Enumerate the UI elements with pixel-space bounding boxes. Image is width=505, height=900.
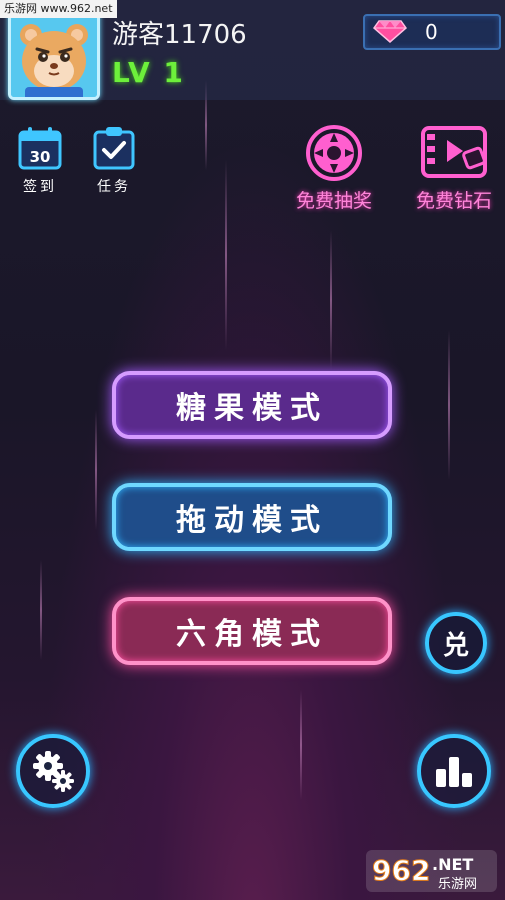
light-streak <box>95 410 97 530</box>
tasks-button[interactable]: 任务 <box>90 126 138 196</box>
light-streak <box>40 560 42 660</box>
exchange-label: 兑 <box>442 630 469 661</box>
light-streak <box>330 230 332 370</box>
free-diamond-button[interactable]: 免费钻石 <box>406 124 502 213</box>
video-reward-icon <box>421 126 487 178</box>
settings-button[interactable] <box>16 734 90 808</box>
site-logo-watermark: 962 .NET 乐游网 <box>364 846 499 896</box>
candy-mode-button[interactable]: 糖果模式 <box>112 371 392 439</box>
task-clipboard-icon <box>93 127 135 170</box>
player-level: LV 1 <box>112 56 185 89</box>
gem-counter[interactable]: 0 <box>363 14 501 50</box>
light-streak <box>300 690 302 800</box>
free-lottery-button[interactable]: 免费抽奖 <box>286 124 382 213</box>
free-lottery-label: 免费抽奖 <box>295 190 372 212</box>
site-logo-icon: 962 .NET 乐游网 <box>366 850 497 892</box>
calendar-day-number: 30 <box>30 148 51 166</box>
leaderboard-bars-icon <box>436 757 472 787</box>
exchange-button[interactable]: 兑 <box>425 612 487 674</box>
diamond-icon <box>373 20 407 43</box>
sign-in-label: 签到 <box>23 179 57 195</box>
calendar-icon: 30 <box>18 127 62 170</box>
prize-wheel-icon <box>306 125 362 181</box>
drag-mode-button[interactable]: 拖动模式 <box>112 483 392 551</box>
light-streak <box>225 160 227 350</box>
gears-icon <box>33 751 74 792</box>
logo-sub: 乐游网 <box>438 877 477 892</box>
logo-suffix: .NET <box>432 855 473 874</box>
hexagon-mode-button[interactable]: 六角模式 <box>112 597 392 665</box>
free-diamond-label: 免费钻石 <box>415 190 492 212</box>
light-streak <box>448 330 450 480</box>
tasks-label: 任务 <box>97 179 131 195</box>
logo-brand: 962 <box>372 854 430 887</box>
player-name: 游客11706 <box>112 20 247 50</box>
site-watermark: 乐游网 www.962.net <box>0 0 117 18</box>
hamster-avatar-icon <box>11 13 97 97</box>
gem-count: 0 <box>425 20 438 44</box>
player-avatar[interactable] <box>8 10 100 100</box>
sign-in-button[interactable]: 30 签到 <box>16 126 64 196</box>
leaderboard-button[interactable] <box>417 734 491 808</box>
